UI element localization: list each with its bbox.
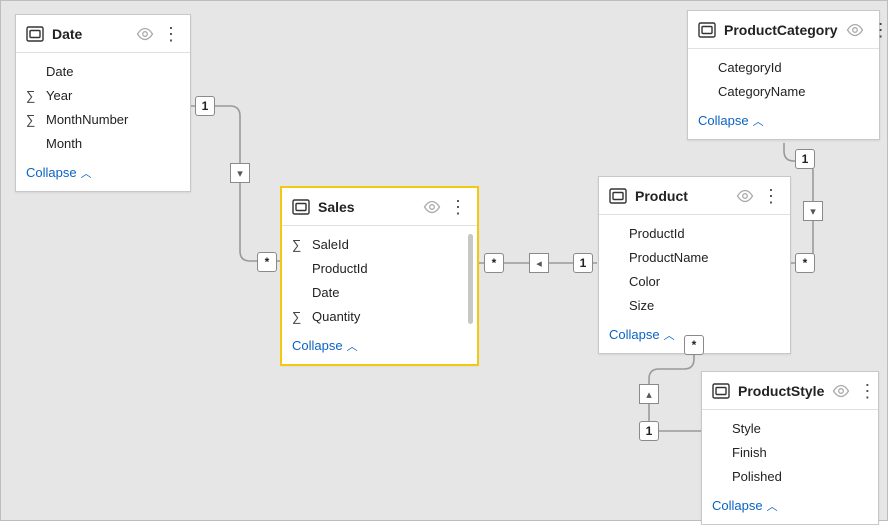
field-row[interactable]: ∑Year — [16, 83, 190, 107]
table-title: ProductCategory — [724, 22, 838, 38]
table-icon — [292, 198, 310, 216]
table-title: Sales — [318, 199, 415, 215]
filter-direction-icon: ▾ — [803, 201, 823, 221]
more-options-icon[interactable]: ⋮ — [762, 187, 780, 205]
table-icon — [26, 25, 44, 43]
table-header[interactable]: Product ⋮ — [599, 177, 790, 215]
cardinality-many: * — [684, 335, 704, 355]
table-header[interactable]: Date ⋮ — [16, 15, 190, 53]
field-list: ∑SaleId ProductId Date ∑Quantity — [282, 226, 477, 330]
cardinality-many: * — [795, 253, 815, 273]
field-row[interactable]: Month — [16, 131, 190, 155]
cardinality-one: 1 — [195, 96, 215, 116]
chevron-up-icon: ︿ — [767, 501, 778, 513]
visibility-icon[interactable] — [736, 187, 754, 205]
field-list: CategoryId CategoryName — [688, 49, 879, 105]
more-options-icon[interactable]: ⋮ — [858, 382, 876, 400]
field-row[interactable]: ∑SaleId — [282, 232, 477, 256]
visibility-icon[interactable] — [846, 21, 864, 39]
table-icon — [609, 187, 627, 205]
chevron-up-icon: ︿ — [753, 116, 764, 128]
visibility-icon[interactable] — [136, 25, 154, 43]
field-list: ProductId ProductName Color Size — [599, 215, 790, 319]
field-list: Date ∑Year ∑MonthNumber Month — [16, 53, 190, 157]
filter-direction-icon: ▾ — [230, 163, 250, 183]
table-header[interactable]: ProductCategory ⋮ — [688, 11, 879, 49]
field-row[interactable]: ∑MonthNumber — [16, 107, 190, 131]
sigma-icon: ∑ — [26, 112, 46, 127]
table-header[interactable]: Sales ⋮ — [282, 188, 477, 226]
field-row[interactable]: ProductId — [599, 221, 790, 245]
collapse-button[interactable]: Collapse︿ — [16, 157, 190, 191]
collapse-button[interactable]: Collapse︿ — [688, 105, 879, 139]
field-row[interactable]: Polished — [702, 464, 878, 488]
field-row[interactable]: Style — [702, 416, 878, 440]
more-options-icon[interactable]: ⋮ — [872, 21, 888, 39]
chevron-up-icon: ︿ — [81, 168, 92, 180]
field-row[interactable]: ProductId — [282, 256, 477, 280]
field-row[interactable]: ProductName — [599, 245, 790, 269]
field-row[interactable]: Date — [16, 59, 190, 83]
table-product[interactable]: Product ⋮ ProductId ProductName Color Si… — [598, 176, 791, 354]
table-productstyle[interactable]: ProductStyle ⋮ Style Finish Polished Col… — [701, 371, 879, 525]
chevron-up-icon: ︿ — [347, 341, 358, 353]
cardinality-many: * — [257, 252, 277, 272]
field-row[interactable]: Date — [282, 280, 477, 304]
field-row[interactable]: CategoryName — [688, 79, 879, 103]
model-canvas[interactable]: Date ⋮ Date ∑Year ∑MonthNumber Month Col… — [0, 0, 888, 521]
visibility-icon[interactable] — [832, 382, 850, 400]
more-options-icon[interactable]: ⋮ — [449, 198, 467, 216]
table-title: Date — [52, 26, 128, 42]
field-row[interactable]: ∑Quantity — [282, 304, 477, 328]
sigma-icon: ∑ — [292, 237, 312, 252]
table-sales[interactable]: Sales ⋮ ∑SaleId ProductId Date ∑Quantity… — [281, 187, 478, 365]
table-title: Product — [635, 188, 728, 204]
filter-direction-icon: ◂ — [529, 253, 549, 273]
collapse-button[interactable]: Collapse︿ — [702, 490, 878, 524]
sigma-icon: ∑ — [26, 88, 46, 103]
chevron-up-icon: ︿ — [664, 330, 675, 342]
table-title: ProductStyle — [738, 383, 824, 399]
visibility-icon[interactable] — [423, 198, 441, 216]
table-icon — [712, 382, 730, 400]
table-date[interactable]: Date ⋮ Date ∑Year ∑MonthNumber Month Col… — [15, 14, 191, 192]
table-productcategory[interactable]: ProductCategory ⋮ CategoryId CategoryNam… — [687, 10, 880, 140]
field-row[interactable]: CategoryId — [688, 55, 879, 79]
field-list: Style Finish Polished — [702, 410, 878, 490]
sigma-icon: ∑ — [292, 309, 312, 324]
collapse-button[interactable]: Collapse︿ — [282, 330, 477, 364]
field-row[interactable]: Color — [599, 269, 790, 293]
table-header[interactable]: ProductStyle ⋮ — [702, 372, 878, 410]
cardinality-one: 1 — [795, 149, 815, 169]
filter-direction-icon: ▴ — [639, 384, 659, 404]
cardinality-one: 1 — [573, 253, 593, 273]
table-icon — [698, 21, 716, 39]
more-options-icon[interactable]: ⋮ — [162, 25, 180, 43]
cardinality-many: * — [484, 253, 504, 273]
field-row[interactable]: Finish — [702, 440, 878, 464]
scrollbar[interactable] — [468, 234, 473, 324]
field-row[interactable]: Size — [599, 293, 790, 317]
cardinality-one: 1 — [639, 421, 659, 441]
